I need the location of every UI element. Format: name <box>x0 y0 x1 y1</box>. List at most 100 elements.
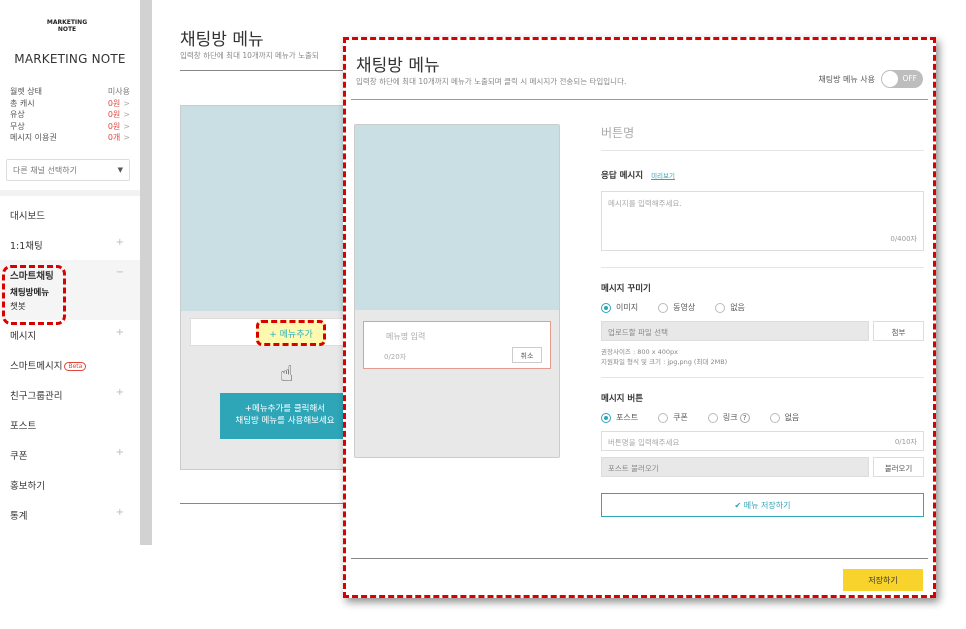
divider <box>351 99 928 100</box>
nav-promo[interactable]: 홍보하기 <box>0 470 140 500</box>
chevron-right-icon: > <box>123 133 130 142</box>
radio-off-icon <box>658 302 669 313</box>
radio-label: 링크 <box>722 413 738 422</box>
nav-label: 통계 <box>10 511 28 522</box>
nav-label: 포스트 <box>10 421 37 432</box>
stat-value: 0원 <box>107 121 121 131</box>
radio-coupon[interactable]: 쿠폰 <box>658 412 688 423</box>
response-textarea[interactable]: 메시지를 입력해주세요. 0/400자 <box>601 191 924 251</box>
nav-stats[interactable]: 통계 + <box>0 500 140 530</box>
beta-badge: Beta <box>64 362 87 371</box>
char-count: 0/20자 <box>384 353 407 361</box>
menu-form: 버튼명 응답 메시지 미리보기 메시지를 입력해주세요. 0/400자 메시지 꾸… <box>601 124 924 517</box>
button-text-input[interactable]: 버튼명을 입력해주세요 0/10자 <box>601 431 924 451</box>
stat-label: 유상 <box>10 110 25 119</box>
post-input[interactable]: 포스트 불러오기 <box>601 457 869 477</box>
button-name-input[interactable]: 버튼명 <box>601 124 924 150</box>
plus-icon: + <box>115 327 124 338</box>
stat-value: 0원 <box>107 110 121 119</box>
menu-use-toggle-row: 채팅방 메뉴 사용 OFF <box>818 70 923 88</box>
sidebar-scrollbar[interactable] <box>140 0 152 545</box>
radio-label: 포스트 <box>616 413 639 422</box>
preview-link[interactable]: 미리보기 <box>651 172 675 180</box>
radio-on-icon <box>601 302 611 313</box>
nav-label: 스마트메시지 <box>10 361 63 372</box>
load-post-button[interactable]: 불러오기 <box>873 457 924 477</box>
divider <box>180 70 350 71</box>
caret-down-icon: ▼ <box>117 166 123 174</box>
msg-button-section: 메시지 버튼 포스트 쿠폰 링크? 없음 버튼명을 입력해주세요 0/10자 포… <box>601 392 924 517</box>
radio-on-icon <box>601 412 611 423</box>
nav-label: 쿠폰 <box>10 451 28 462</box>
nav-dashboard[interactable]: 대시보드 <box>0 200 140 230</box>
phone-preview: 메뉴명 입력 0/20자 취소 <box>354 124 560 458</box>
char-count: 0/10자 <box>894 438 917 446</box>
cancel-button[interactable]: 취소 <box>512 347 542 363</box>
tooltip-line: 채팅방 메뉴를 사용해보세요 <box>235 416 335 426</box>
stat-label: 무상 <box>10 121 25 131</box>
hint-line: 지원파일 형식 및 크기 : jpg,png (최대 2MB) <box>601 358 728 366</box>
file-input[interactable]: 업로드할 파일 선택 <box>601 321 869 341</box>
radio-off-icon <box>715 302 726 313</box>
radio-label: 쿠폰 <box>673 413 688 422</box>
response-label: 응답 메시지 미리보기 <box>601 169 924 181</box>
nav-smart-message[interactable]: 스마트메시지 Beta <box>0 350 140 380</box>
attach-button[interactable]: 첨부 <box>873 321 924 341</box>
radio-image[interactable]: 이미지 <box>601 302 638 313</box>
divider <box>601 377 924 378</box>
bg-page-title: 채팅방 메뉴 <box>180 30 264 50</box>
stat-paid[interactable]: 유상 0원 > <box>10 109 130 121</box>
nav-label: 메시지 <box>10 331 37 342</box>
divider <box>351 558 928 559</box>
help-icon[interactable]: ? <box>739 412 750 423</box>
stat-free[interactable]: 무상 0원 > <box>10 121 130 133</box>
nav-coupon[interactable]: 쿠폰 + <box>0 440 140 470</box>
button-text-placeholder: 버튼명을 입력해주세요 <box>608 438 680 447</box>
phone-menu-input[interactable]: 메뉴명 입력 0/20자 취소 <box>363 321 551 369</box>
stat-cash[interactable]: 총 캐시 0원 > <box>10 98 130 110</box>
menu-use-toggle[interactable]: OFF <box>881 70 923 88</box>
radio-off-icon <box>707 412 718 423</box>
response-section: 응답 메시지 미리보기 메시지를 입력해주세요. 0/400자 <box>601 169 924 251</box>
radio-label: 동영상 <box>673 303 696 312</box>
stat-label: 메시지 이용권 <box>10 133 57 142</box>
decorate-label: 메시지 꾸미기 <box>601 284 651 294</box>
plus-icon: + <box>115 447 124 458</box>
radio-none[interactable]: 없음 <box>715 302 745 313</box>
stat-value: 미사용 <box>107 87 130 96</box>
stat-ticket[interactable]: 메시지 이용권 0개 > <box>10 132 130 144</box>
stat-label: 월렛 상태 <box>10 87 42 96</box>
plus-icon: + <box>115 507 124 518</box>
nav-friend-group[interactable]: 친구그룹관리 + <box>0 380 140 410</box>
msg-button-label: 메시지 버튼 <box>601 394 644 404</box>
tooltip: +메뉴추가를 클릭해서 채팅방 메뉴를 사용해보세요 <box>220 393 350 439</box>
divider <box>0 190 140 196</box>
radio-off-icon <box>769 412 780 423</box>
logo: MARKETING NOTE <box>44 6 90 46</box>
radio-none[interactable]: 없음 <box>769 412 799 423</box>
nav-label: 친구그룹관리 <box>10 391 63 402</box>
toggle-label: 채팅방 메뉴 사용 <box>818 74 875 84</box>
hint-line: 권장사이즈 : 800 x 400px <box>601 348 678 356</box>
save-button[interactable]: 저장하기 <box>843 569 923 591</box>
section-label: 응답 메시지 <box>601 171 644 181</box>
toggle-state: OFF <box>902 74 917 83</box>
wallet-stats: 월렛 상태 미사용 총 캐시 0원 > 유상 0원 > 무상 0원 > 메시지 이용권 0개 > <box>10 86 130 144</box>
channel-select[interactable]: 다른 채널 선택하기 ▼ <box>6 159 130 181</box>
highlight-smart-chat <box>2 265 66 325</box>
nav-chat[interactable]: 1:1채팅 + <box>0 230 140 260</box>
save-menu-label: 메뉴 저장하기 <box>743 501 791 510</box>
radio-video[interactable]: 동영상 <box>658 302 695 313</box>
nav-post[interactable]: 포스트 <box>0 410 140 440</box>
radio-link[interactable]: 링크? <box>707 412 750 423</box>
file-row: 업로드할 파일 선택 첨부 <box>601 321 924 341</box>
radio-post[interactable]: 포스트 <box>601 412 638 423</box>
toggle-knob <box>882 71 898 87</box>
add-menu-button[interactable]: + 메뉴추가 <box>256 320 326 346</box>
stat-label: 총 캐시 <box>10 98 35 108</box>
chevron-right-icon: > <box>123 98 130 108</box>
char-count: 0/400자 <box>890 235 917 243</box>
save-menu-button[interactable]: ✔ 메뉴 저장하기 <box>601 493 924 517</box>
panel-desc: 입력창 하단에 최대 10개까지 메뉴가 노출되며 클릭 시 메시지가 전송되는… <box>356 77 627 86</box>
chat-menu-panel: 채팅방 메뉴 입력창 하단에 최대 10개까지 메뉴가 노출되며 클릭 시 메시… <box>343 37 936 598</box>
